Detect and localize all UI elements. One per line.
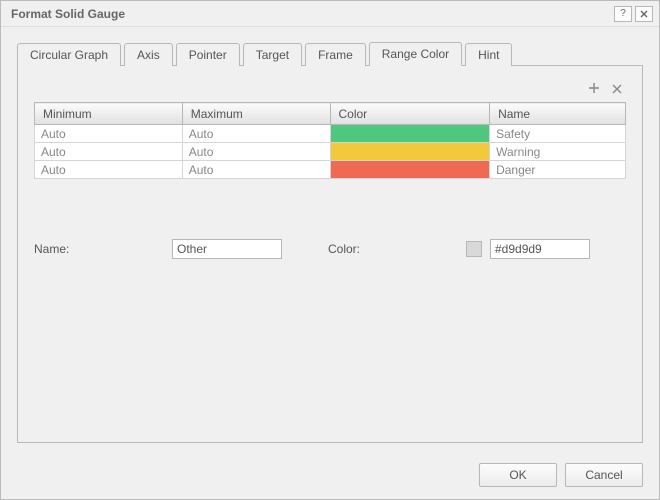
row-color-swatch bbox=[331, 161, 490, 178]
tab-pointer[interactable]: Pointer bbox=[176, 43, 240, 66]
table-row[interactable]: AutoAuto Safety bbox=[35, 125, 626, 143]
tab-range-color[interactable]: Range Color bbox=[369, 42, 462, 66]
cell-color[interactable] bbox=[330, 161, 490, 179]
color-input[interactable] bbox=[490, 239, 590, 259]
help-icon[interactable]: ? bbox=[614, 6, 632, 22]
name-label: Name: bbox=[34, 242, 164, 256]
col-header-name[interactable]: Name bbox=[490, 103, 626, 125]
cell-maximum[interactable]: Auto bbox=[182, 161, 330, 179]
col-header-minimum[interactable]: Minimum bbox=[35, 103, 183, 125]
close-icon[interactable] bbox=[635, 6, 653, 22]
cell-maximum[interactable]: Auto bbox=[182, 143, 330, 161]
dialog-title: Format Solid Gauge bbox=[11, 7, 611, 21]
cell-name[interactable]: Danger bbox=[490, 161, 626, 179]
dialog-footer: OK Cancel bbox=[1, 453, 659, 499]
tab-circular-graph[interactable]: Circular Graph bbox=[17, 43, 121, 66]
tab-axis[interactable]: Axis bbox=[124, 43, 173, 66]
cell-minimum[interactable]: Auto bbox=[35, 125, 183, 143]
col-header-color[interactable]: Color bbox=[330, 103, 490, 125]
remove-row-icon[interactable] bbox=[612, 82, 622, 96]
cell-color[interactable] bbox=[330, 125, 490, 143]
tab-hint[interactable]: Hint bbox=[465, 43, 512, 66]
color-label: Color: bbox=[328, 242, 458, 256]
ok-button[interactable]: OK bbox=[479, 463, 557, 487]
table-row[interactable]: AutoAuto Warning bbox=[35, 143, 626, 161]
cell-maximum[interactable]: Auto bbox=[182, 125, 330, 143]
color-swatch[interactable] bbox=[466, 241, 482, 257]
add-row-icon[interactable] bbox=[588, 82, 600, 96]
table-header-row: Minimum Maximum Color Name bbox=[35, 103, 626, 125]
grid-toolbar bbox=[34, 82, 626, 102]
dialog-format-solid-gauge: Format Solid Gauge ? Circular Graph Axis… bbox=[0, 0, 660, 500]
row-color-swatch bbox=[331, 143, 490, 160]
other-range-form: Name: Color: bbox=[34, 239, 626, 259]
titlebar: Format Solid Gauge ? bbox=[1, 1, 659, 27]
tab-frame[interactable]: Frame bbox=[305, 43, 366, 66]
cell-minimum[interactable]: Auto bbox=[35, 161, 183, 179]
tab-target[interactable]: Target bbox=[243, 43, 302, 66]
name-input[interactable] bbox=[172, 239, 282, 259]
range-color-table: Minimum Maximum Color Name AutoAutoSafet… bbox=[34, 102, 626, 179]
tab-strip: Circular Graph Axis Pointer Target Frame… bbox=[17, 41, 643, 65]
row-color-swatch bbox=[331, 125, 490, 142]
dialog-content: Circular Graph Axis Pointer Target Frame… bbox=[1, 27, 659, 453]
cell-name[interactable]: Warning bbox=[490, 143, 626, 161]
cell-minimum[interactable]: Auto bbox=[35, 143, 183, 161]
cell-color[interactable] bbox=[330, 143, 490, 161]
table-row[interactable]: AutoAuto Danger bbox=[35, 161, 626, 179]
col-header-maximum[interactable]: Maximum bbox=[182, 103, 330, 125]
tab-panel-range-color: Minimum Maximum Color Name AutoAutoSafet… bbox=[17, 65, 643, 443]
cell-name[interactable]: Safety bbox=[490, 125, 626, 143]
cancel-button[interactable]: Cancel bbox=[565, 463, 643, 487]
